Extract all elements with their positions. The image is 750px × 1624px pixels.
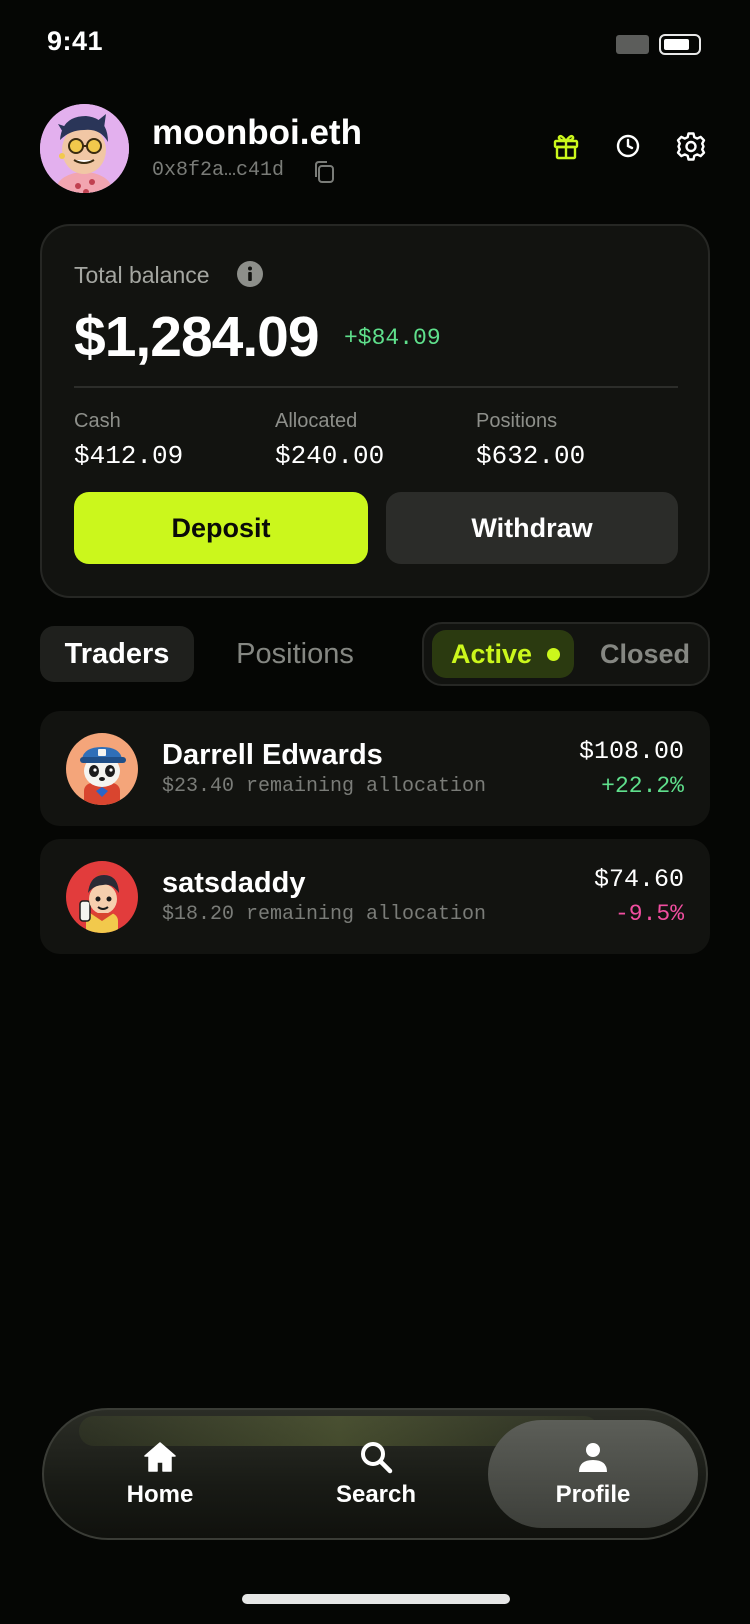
trader-avatar (66, 733, 138, 805)
nav-home-label: Home (126, 1481, 194, 1508)
nav-profile[interactable]: Profile (488, 1420, 698, 1528)
balance-label: Total balance (74, 262, 210, 288)
balance-amount: $1,284.09 (74, 305, 320, 369)
filter-closed[interactable]: Closed (592, 630, 698, 678)
trader-value: $108.00 (578, 737, 684, 766)
home-indicator (242, 1594, 510, 1604)
stat-value: $632.00 (476, 441, 586, 471)
trader-avatar (66, 861, 138, 933)
nav-home[interactable]: Home (60, 1410, 260, 1538)
signal-icon (616, 35, 649, 54)
battery-icon (659, 34, 701, 55)
trader-row[interactable]: Darrell Edwards $23.40 remaining allocat… (40, 711, 710, 826)
stat-label: Positions (476, 410, 558, 432)
nav-profile-label: Profile (555, 1481, 631, 1508)
avatar[interactable] (40, 104, 129, 193)
nav-search-label: Search (335, 1481, 417, 1508)
stat-label: Allocated (275, 410, 358, 432)
trader-remaining: $23.40 remaining allocation (162, 775, 487, 798)
trader-change: +22.2% (601, 773, 684, 799)
active-dot-icon (547, 648, 560, 661)
stat-value: $240.00 (275, 441, 385, 471)
wallet-address: 0x8f2a…c41d (152, 159, 285, 182)
tab-traders[interactable]: Traders (40, 626, 194, 682)
bottom-nav: Home Search Profile (42, 1408, 708, 1540)
history-icon[interactable] (613, 131, 643, 161)
trader-row[interactable]: satsdaddy $18.20 remaining allocation $7… (40, 839, 710, 954)
gift-icon[interactable] (551, 131, 581, 161)
stat-label: Cash (74, 410, 121, 432)
stat-positions: Positions $632.00 (476, 410, 585, 471)
stat-cash: Cash $412.09 (74, 410, 183, 471)
trader-change: -9.5% (614, 901, 684, 927)
deposit-button[interactable]: Deposit (74, 492, 368, 564)
username: moonboi.eth (152, 113, 362, 152)
gear-icon[interactable] (676, 131, 706, 161)
trader-name: satsdaddy (162, 867, 306, 899)
status-time: 9:41 (47, 26, 104, 56)
trader-name: Darrell Edwards (162, 739, 383, 771)
divider (74, 386, 678, 388)
filter-active-label: Active (451, 638, 533, 669)
nav-search[interactable]: Search (276, 1410, 476, 1538)
status-filter: Active Closed (422, 622, 710, 686)
trader-remaining: $18.20 remaining allocation (162, 903, 487, 926)
profile-icon (579, 1443, 607, 1472)
balance-card: Total balance $1,284.09 +$84.09 Cash $41… (40, 224, 710, 598)
tab-positions[interactable]: Positions (220, 626, 370, 682)
home-icon (144, 1442, 176, 1472)
stat-value: $412.09 (74, 441, 184, 471)
filter-active[interactable]: Active (432, 630, 574, 678)
withdraw-button[interactable]: Withdraw (386, 492, 678, 564)
trader-value: $74.60 (593, 865, 684, 894)
balance-change: +$84.09 (344, 325, 441, 351)
stat-allocated: Allocated $240.00 (275, 410, 384, 471)
search-icon (361, 1442, 393, 1474)
copy-icon[interactable] (312, 159, 336, 185)
info-icon[interactable] (236, 260, 264, 288)
